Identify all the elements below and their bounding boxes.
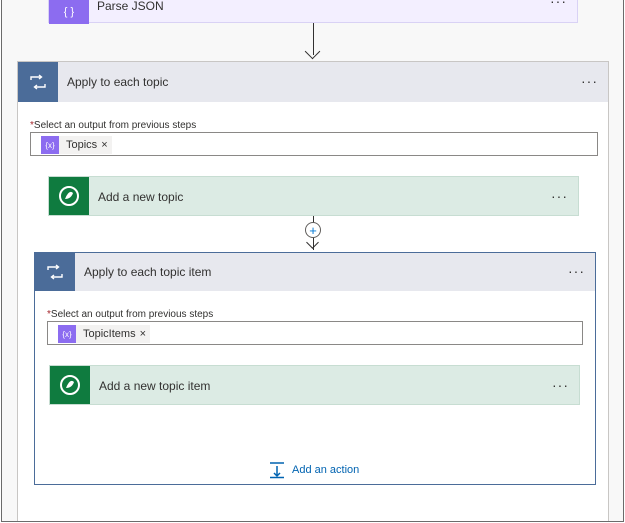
inner-field-label-text: Select an output from previous steps — [50, 309, 214, 320]
outer-field-label: *Select an output from previous steps — [30, 120, 196, 131]
apply-to-each-topic-item-header[interactable]: Apply to each topic item ··· — [35, 253, 595, 291]
add-action-icon — [270, 462, 284, 479]
apply-to-each-topic-menu-button[interactable]: ··· — [581, 73, 598, 89]
flow-canvas: { } Parse JSON ··· Apply to each topic ·… — [1, 0, 624, 522]
dataverse-icon — [49, 177, 89, 215]
insert-step-button[interactable]: + — [305, 222, 321, 238]
dataverse-icon — [50, 366, 90, 404]
topicitems-token-remove-button[interactable]: × — [140, 328, 150, 340]
outer-output-input[interactable]: {x} Topics × — [30, 132, 598, 156]
add-new-topic-card[interactable]: Add a new topic ··· — [48, 176, 579, 216]
apply-to-each-topic-item-title: Apply to each topic item — [84, 265, 212, 279]
parse-json-card[interactable]: { } Parse JSON ··· — [48, 0, 578, 24]
topicitems-token-label: TopicItems — [83, 328, 136, 340]
expression-icon: {x} — [41, 136, 59, 154]
add-new-topic-title: Add a new topic — [98, 190, 184, 204]
add-an-action-button[interactable]: Add an action — [268, 461, 359, 479]
expression-icon: {x} — [58, 325, 76, 343]
loop-icon — [35, 253, 75, 291]
parse-json-menu-button[interactable]: ··· — [550, 0, 567, 9]
topics-token[interactable]: {x} Topics × — [41, 136, 112, 154]
inner-output-input[interactable]: {x} TopicItems × — [47, 321, 583, 345]
topicitems-token[interactable]: {x} TopicItems × — [58, 325, 151, 343]
add-new-topic-item-card[interactable]: Add a new topic item ··· — [49, 365, 580, 405]
connector-arrow-icon — [306, 236, 319, 249]
apply-to-each-topic-item-scope: Apply to each topic item ··· *Select an … — [34, 252, 596, 485]
parse-json-title: Parse JSON — [97, 0, 164, 13]
topics-token-label: Topics — [66, 139, 98, 151]
inner-field-label: *Select an output from previous steps — [47, 309, 213, 320]
loop-icon — [18, 62, 58, 102]
add-new-topic-menu-button[interactable]: ··· — [551, 188, 568, 204]
code-braces-icon: { } — [49, 0, 89, 24]
apply-to-each-topic-header[interactable]: Apply to each topic ··· — [18, 62, 608, 102]
add-an-action-label: Add an action — [292, 464, 360, 476]
connector-arrow-icon — [304, 43, 321, 60]
apply-to-each-topic-item-menu-button[interactable]: ··· — [568, 263, 585, 279]
topics-token-remove-button[interactable]: × — [101, 139, 111, 151]
apply-to-each-topic-title: Apply to each topic — [67, 75, 169, 89]
add-new-topic-item-title: Add a new topic item — [99, 379, 211, 393]
outer-field-label-text: Select an output from previous steps — [33, 120, 197, 131]
add-new-topic-item-menu-button[interactable]: ··· — [552, 377, 569, 393]
apply-to-each-topic-scope: Apply to each topic ··· *Select an outpu… — [17, 61, 609, 521]
